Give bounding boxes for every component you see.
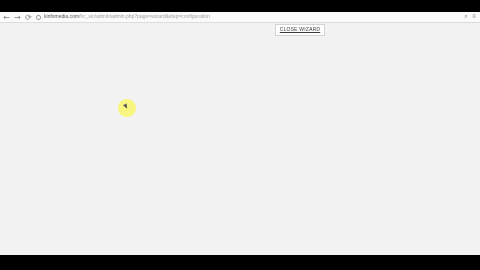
url-host: kinfomedia.com: [44, 14, 80, 20]
reload-icon[interactable]: ⟳: [24, 13, 33, 22]
close-wizard-button[interactable]: CLOSE WIZARD: [275, 24, 325, 36]
address-bar[interactable]: kinfomedia.com /hc_wc/admin/admin.php?pa…: [36, 13, 466, 21]
browser-window: ← → ⟳ kinfomedia.com /hc_wc/admin/admin.…: [0, 12, 480, 255]
menu-icon[interactable]: ≡: [471, 13, 477, 21]
top-black-bar: [0, 0, 480, 12]
search-icon[interactable]: ⌕: [463, 13, 469, 21]
url-path: /hc_wc/admin/admin.php?page=wizard&step=…: [79, 14, 210, 20]
site-info-icon[interactable]: [36, 14, 41, 20]
back-icon[interactable]: ←: [2, 13, 11, 22]
forward-icon[interactable]: →: [13, 13, 22, 22]
bottom-black-bar: [0, 255, 480, 270]
browser-toolbar: ← → ⟳ kinfomedia.com /hc_wc/admin/admin.…: [0, 12, 480, 23]
